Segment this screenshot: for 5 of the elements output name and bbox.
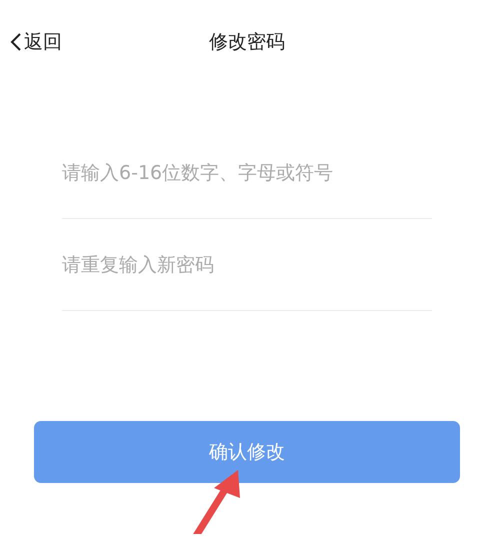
back-button[interactable]: 返回 — [10, 28, 62, 56]
input-field[interactable]: 请输入6-16位数字、字母或符号 — [62, 152, 432, 192]
input-field[interactable]: 请重复输入新密码 — [62, 244, 432, 284]
chevron-left-icon — [10, 32, 22, 52]
page-title: 修改密码 — [209, 30, 285, 55]
